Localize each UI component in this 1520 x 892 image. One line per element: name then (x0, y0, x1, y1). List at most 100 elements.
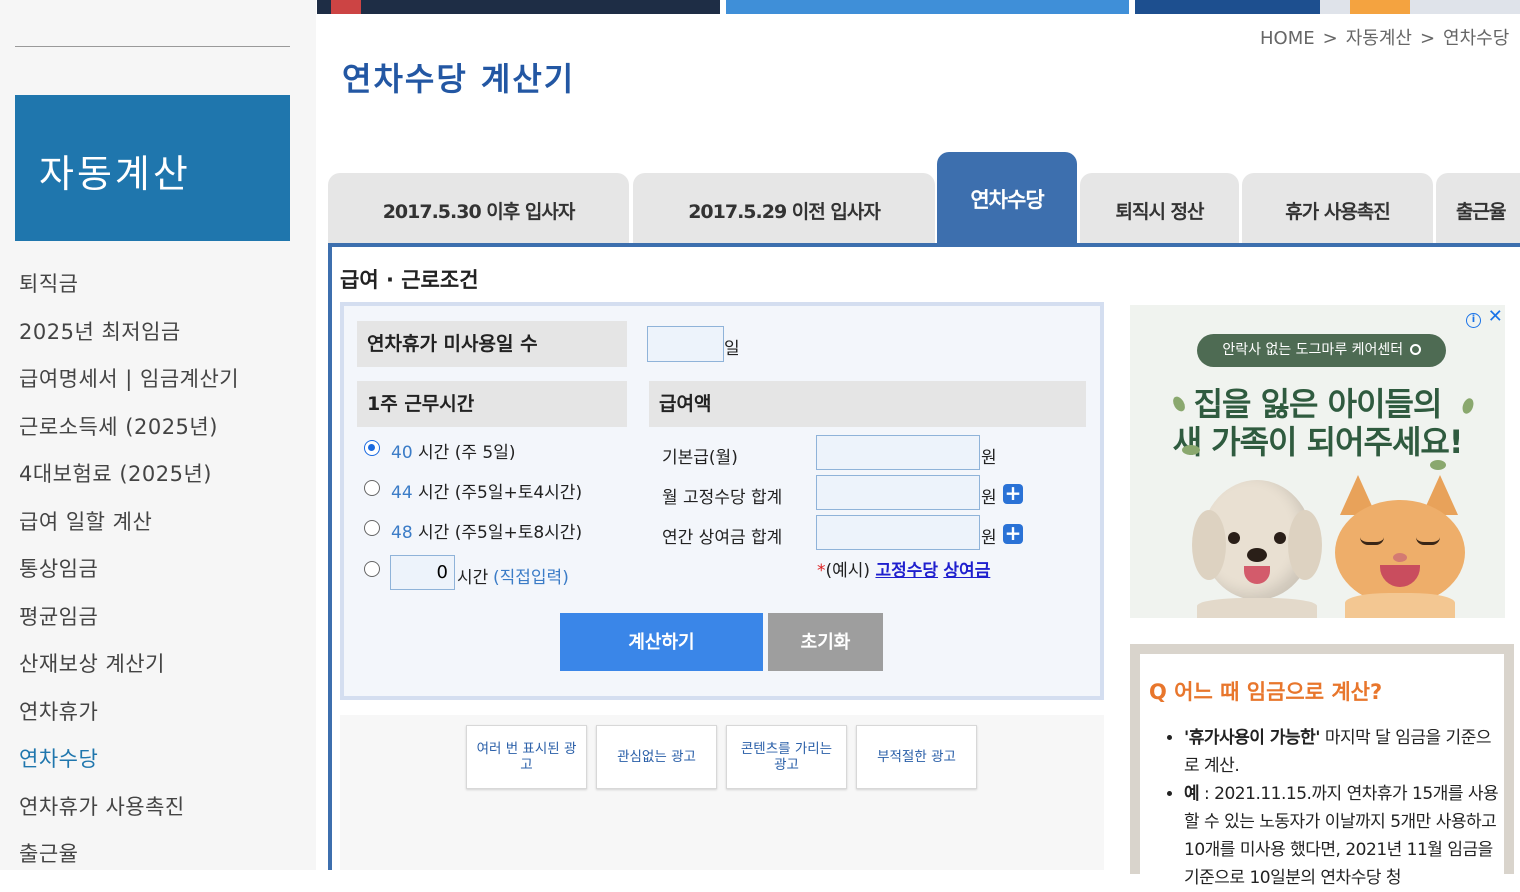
bonus-link[interactable]: 상여금 (943, 561, 990, 581)
weekly-hours-label: 1주 근무시간 (357, 381, 627, 427)
sidebar-item-average-wage[interactable]: 평균임금 (19, 595, 309, 643)
custom-hours-unit: 시간 (457, 568, 489, 588)
dog-image (1192, 470, 1322, 618)
page-title: 연차수당 계산기 (342, 60, 576, 98)
hours-desc: (주 5일) (454, 443, 516, 463)
ad-headline-2: 새 가족이 되어주세요! (1172, 423, 1464, 461)
won-unit: 원 (981, 528, 997, 548)
sidebar-item-severance[interactable]: 퇴직금 (19, 262, 309, 310)
ad-feedback-inappropriate[interactable]: 부적절한 광고 (856, 725, 977, 789)
top-banner-2[interactable] (726, 0, 1129, 14)
annual-bonus-input[interactable] (816, 515, 980, 550)
radio-custom[interactable] (364, 561, 380, 577)
tab-before-2017-5-29[interactable]: 2017.5.29 이전 입사자 (633, 173, 935, 243)
sidebar-item-industrial-accident[interactable]: 산재보상 계산기 (19, 642, 309, 690)
hours-unit: 시간 (418, 483, 450, 503)
hours-desc: (주5일+토4시간) (454, 483, 583, 503)
radio-44[interactable] (364, 480, 380, 496)
calculate-button[interactable]: 계산하기 (560, 613, 763, 671)
tab-annual-leave-pay[interactable]: 연차수당 (937, 152, 1077, 243)
q-title: Q 어느 때 임금으로 계산? (1149, 680, 1383, 704)
day-unit: 일 (724, 339, 740, 359)
tab-underline (328, 243, 1520, 247)
example-prefix: (예시) (825, 561, 871, 581)
tab-settlement[interactable]: 퇴직시 정산 (1080, 173, 1239, 243)
hours-unit: 시간 (418, 443, 450, 463)
base-pay-input[interactable] (816, 435, 980, 470)
hours-desc: (주5일+토8시간) (454, 523, 583, 543)
reset-button[interactable]: 초기화 (768, 613, 883, 671)
ad-feedback-repeated[interactable]: 여러 번 표시된 광고 (466, 725, 587, 789)
sidebar: 자동계산 퇴직금 2025년 최저임금 급여명세서 | 임금계산기 근로소득세 … (0, 0, 316, 870)
q-panel-inner: Q 어느 때 임금으로 계산? '휴가사용이 가능한' 마지막 달 임금을 기준… (1140, 654, 1504, 888)
sidebar-item-annual-leave-pay[interactable]: 연차수당 (19, 737, 309, 785)
radio-48[interactable] (364, 520, 380, 536)
hours-value: 48 (391, 523, 413, 543)
pay-amount-label: 급여액 (649, 381, 1086, 427)
sidebar-menu: 퇴직금 2025년 최저임금 급여명세서 | 임금계산기 근로소득세 (2025… (19, 262, 309, 880)
custom-hours-input[interactable] (390, 555, 455, 590)
breadcrumb-level2[interactable]: 연차수당 (1443, 28, 1509, 49)
top-banner-3[interactable] (1135, 0, 1520, 14)
leaf-icon (1430, 460, 1446, 470)
sidebar-item-leave-promotion[interactable]: 연차휴가 사용촉진 (19, 785, 309, 833)
custom-hours-hint: (직접입력) (493, 568, 569, 588)
cat-image (1330, 475, 1470, 618)
ad-close[interactable]: i ✕ (1466, 306, 1503, 328)
q-item-bold: '휴가사용이 가능한' (1184, 728, 1320, 748)
tab-leave-promotion[interactable]: 휴가 사용촉진 (1242, 173, 1433, 243)
close-icon[interactable]: ✕ (1488, 306, 1503, 327)
ad-pill: 안락사 없는 도그마루 케어센터 (1197, 334, 1446, 367)
hours-unit: 시간 (418, 523, 450, 543)
tab-attendance[interactable]: 출근율 (1436, 173, 1520, 243)
example-note: *(예시) 고정수당 상여금 (817, 556, 990, 581)
fixed-allowance-input[interactable] (816, 475, 980, 510)
ad-feedback-covering[interactable]: 콘텐츠를 가리는 광고 (726, 725, 847, 789)
won-unit: 원 (981, 488, 997, 508)
q-item: '휴가사용이 가능한' 마지막 달 임금을 기준으로 계산. (1184, 724, 1506, 780)
unused-days-input[interactable] (647, 326, 724, 362)
sidebar-item-minimum-wage[interactable]: 2025년 최저임금 (19, 310, 309, 358)
banner-accent (1350, 0, 1410, 14)
breadcrumb: HOME > 자동계산 > 연차수당 (1260, 24, 1509, 50)
base-pay-label: 기본급(월) (662, 448, 738, 468)
banner-icon (331, 0, 361, 14)
add-allowance-plus-icon[interactable]: + (1003, 483, 1023, 504)
annual-bonus-label: 연간 상여금 합계 (662, 528, 783, 548)
sidebar-brand: 자동계산 (15, 95, 290, 241)
required-star: * (817, 561, 826, 581)
ad-feedback-not-interested[interactable]: 관심없는 광고 (596, 725, 717, 789)
hours-value: 44 (391, 483, 413, 503)
q-panel: Q 어느 때 임금으로 계산? '휴가사용이 가능한' 마지막 달 임금을 기준… (1130, 644, 1514, 888)
sidebar-item-income-tax[interactable]: 근로소득세 (2025년) (19, 405, 309, 453)
leaf-icon (1182, 445, 1200, 455)
search-icon (1409, 344, 1421, 355)
sidebar-item-attendance[interactable]: 출근율 (19, 832, 309, 880)
breadcrumb-separator: > (1322, 28, 1338, 49)
fixed-allowance-link[interactable]: 고정수당 (875, 561, 938, 581)
won-unit: 원 (981, 448, 997, 468)
sidebar-item-ordinary-wage[interactable]: 통상임금 (19, 547, 309, 595)
sidebar-item-insurance[interactable]: 4대보험료 (2025년) (19, 452, 309, 500)
sidebar-item-annual-leave[interactable]: 연차휴가 (19, 690, 309, 738)
sidebar-item-payslip[interactable]: 급여명세서 | 임금계산기 (19, 357, 309, 405)
q-item-bold: 예 (1184, 784, 1200, 804)
sidebar-divider (15, 46, 290, 47)
sidebar-item-daily-pay[interactable]: 급여 일할 계산 (19, 500, 309, 548)
q-item-text: : 2021.11.15.까지 연차휴가 15개를 사용할 수 있는 노동자가 … (1184, 784, 1499, 888)
breadcrumb-level1[interactable]: 자동계산 (1346, 28, 1412, 49)
q-list: '휴가사용이 가능한' 마지막 달 임금을 기준으로 계산. 예 : 2021.… (1166, 724, 1506, 892)
unused-days-label: 연차휴가 미사용일 수 (357, 321, 627, 367)
ad-feedback-area: 여러 번 표시된 광고 관심없는 광고 콘텐츠를 가리는 광고 부적절한 광고 (340, 715, 1104, 870)
info-icon[interactable]: i (1466, 313, 1481, 328)
breadcrumb-home[interactable]: HOME (1260, 28, 1315, 49)
radio-40-selected[interactable] (364, 440, 380, 456)
section-title: 급여 · 근로조건 (340, 268, 479, 292)
top-banner-1[interactable] (317, 0, 720, 14)
ad-pill-text: 안락사 없는 도그마루 케어센터 (1222, 342, 1404, 358)
add-bonus-plus-icon[interactable]: + (1003, 523, 1023, 544)
fixed-allowance-label: 월 고정수당 합계 (662, 488, 783, 508)
tab-after-2017-5-30[interactable]: 2017.5.30 이후 입사자 (328, 173, 629, 243)
advertisement[interactable]: 안락사 없는 도그마루 케어센터 집을 잃은 아이들의 새 가족이 되어주세요! (1130, 305, 1505, 618)
q-item: 예 : 2021.11.15.까지 연차휴가 15개를 사용할 수 있는 노동자… (1184, 780, 1506, 892)
